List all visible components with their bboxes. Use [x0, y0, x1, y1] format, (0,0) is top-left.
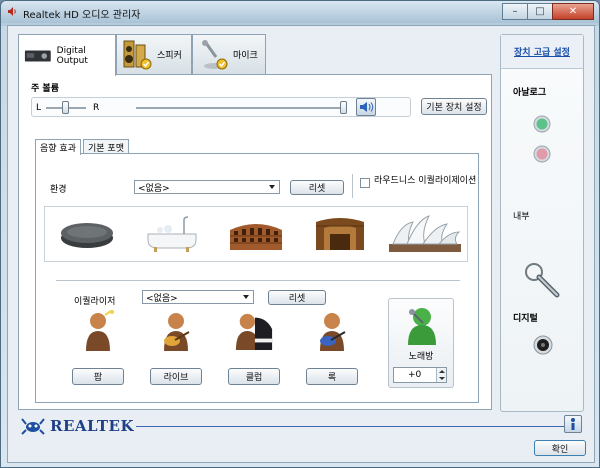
karaoke-key-value: +0: [408, 370, 422, 380]
karaoke-singer-icon[interactable]: [403, 305, 441, 345]
internal-label: 내부: [513, 212, 530, 222]
digital-jack-icon[interactable]: [533, 335, 553, 355]
equalizer-label: 이퀄라이저: [74, 297, 116, 307]
rock-guitarist-icon: [320, 313, 346, 351]
info-icon: [571, 418, 575, 430]
eq-preset-live-image[interactable]: [156, 308, 196, 354]
colosseum-icon: [230, 224, 283, 250]
speaker-icon: [123, 40, 152, 69]
tab-default-format[interactable]: 기본 포맷: [83, 139, 129, 154]
eq-preset-live-button[interactable]: 라이브: [150, 368, 202, 385]
pink-jack-icon[interactable]: [533, 145, 551, 163]
eq-preset-rock-button[interactable]: 록: [306, 368, 358, 385]
minimize-button[interactable]: –: [502, 3, 528, 20]
environment-label: 환경: [50, 185, 67, 195]
preset-opera-house[interactable]: [383, 207, 467, 261]
equalizer-selected: <없음>: [146, 293, 178, 304]
stepper-buttons[interactable]: [436, 368, 446, 382]
divider: [352, 174, 353, 198]
sidebar-header: 장치 고급 설정: [501, 35, 583, 69]
eq-preset-pop-image[interactable]: [78, 308, 118, 354]
guitarist-icon: [164, 313, 190, 351]
brand-name: REALTEK: [50, 417, 134, 435]
pianist-icon: [235, 313, 273, 351]
speaker-app-icon: [8, 7, 16, 16]
tab-speaker[interactable]: 스피커: [116, 34, 192, 74]
tab-label: 마이크: [233, 51, 258, 61]
environment-preset-strip: [44, 206, 468, 262]
set-default-device-button[interactable]: 기본 장치 설정: [421, 98, 487, 115]
balance-left-label: L: [36, 103, 42, 113]
footer-divider: [136, 426, 580, 427]
tab-label: Digital Output: [56, 45, 88, 66]
eq-preset-rock-image[interactable]: [312, 308, 352, 354]
ok-button[interactable]: 확인: [534, 440, 586, 456]
tab-digital-output[interactable]: Digital Output: [18, 34, 116, 76]
main-volume-title: 주 볼륨: [31, 84, 59, 94]
title-bar[interactable]: Realtek HD 오디오 관리자 – □ ✕: [1, 1, 599, 23]
eq-preset-club-image[interactable]: [234, 308, 274, 354]
sound-effects-panel: 환경 <없음> 리셋 라우드니스 이퀄라이제이션 이퀄라이저 <없음> 리셋 팝…: [35, 153, 479, 403]
digital-output-device-icon: [24, 49, 51, 62]
volume-track[interactable]: [136, 107, 346, 109]
karaoke-group: 노래방 +0: [388, 298, 454, 388]
mute-button[interactable]: [356, 98, 376, 116]
stepper-arrows-icon: [439, 370, 445, 380]
section-divider: [56, 280, 460, 281]
microphone-icon: [202, 39, 228, 69]
advanced-device-settings-link[interactable]: 장치 고급 설정: [514, 45, 570, 58]
preset-bathroom[interactable]: [129, 207, 213, 261]
loudness-checkbox[interactable]: [360, 178, 370, 188]
volume-group: L R: [31, 97, 411, 117]
client-area: Digital Output 스피커 마이크 주 볼륨 L R 기본 장치 설정…: [7, 25, 595, 463]
preset-colosseum[interactable]: [214, 207, 298, 261]
realtek-logo: REALTEK: [20, 416, 134, 436]
preset-stone[interactable]: [45, 207, 129, 261]
environment-selected: <없음>: [138, 183, 170, 194]
stone-icon: [61, 223, 114, 248]
balance-right-label: R: [93, 103, 100, 113]
eq-preset-club-button[interactable]: 클럽: [228, 368, 280, 385]
opera-house-interior-icon: [316, 218, 365, 250]
connector-sidebar: 장치 고급 설정 아날로그 내부 디지털: [500, 34, 584, 412]
audio-manager-window: Realtek HD 오디오 관리자 – □ ✕ Digital Output: [0, 0, 600, 468]
karaoke-label: 노래방: [408, 352, 434, 362]
window-title: Realtek HD 오디오 관리자: [23, 10, 141, 21]
balance-slider-thumb[interactable]: [62, 101, 69, 114]
eq-preset-pop-button[interactable]: 팝: [72, 368, 124, 385]
tab-microphone[interactable]: 마이크: [192, 34, 266, 74]
green-jack-icon[interactable]: [533, 115, 551, 133]
volume-slider-thumb[interactable]: [340, 101, 347, 114]
environment-select[interactable]: <없음>: [134, 180, 280, 194]
tab-sound-effects[interactable]: 음향 효과: [35, 139, 81, 155]
equalizer-reset-button[interactable]: 리셋: [268, 290, 326, 305]
tab-label: 스피커: [157, 51, 182, 61]
analog-label: 아날로그: [513, 88, 547, 98]
chevron-down-icon: [243, 295, 249, 299]
chevron-down-icon: [269, 185, 275, 189]
info-button[interactable]: [564, 415, 582, 433]
preset-opera-interior[interactable]: [298, 207, 382, 261]
sydney-opera-house-icon: [388, 215, 461, 252]
loudness-label: 라우드니스 이퀄라이제이션: [374, 176, 477, 186]
realtek-crab-logo-icon: [21, 418, 45, 435]
bathtub-icon: [147, 216, 197, 252]
speaker-volume-icon: [360, 102, 374, 112]
close-button[interactable]: ✕: [552, 3, 594, 20]
equalizer-select[interactable]: <없음>: [142, 290, 254, 304]
device-panel: 주 볼륨 L R 기본 장치 설정 음향 효과 기본 포맷 환경 <없음> 리셋…: [18, 74, 492, 410]
karaoke-key-stepper[interactable]: +0: [393, 367, 447, 383]
internal-connector-icon[interactable]: [523, 261, 563, 301]
pop-singer-icon: [86, 310, 114, 351]
environment-reset-button[interactable]: 리셋: [290, 180, 344, 195]
digital-label: 디지털: [513, 314, 538, 324]
maximize-button[interactable]: □: [527, 3, 553, 20]
